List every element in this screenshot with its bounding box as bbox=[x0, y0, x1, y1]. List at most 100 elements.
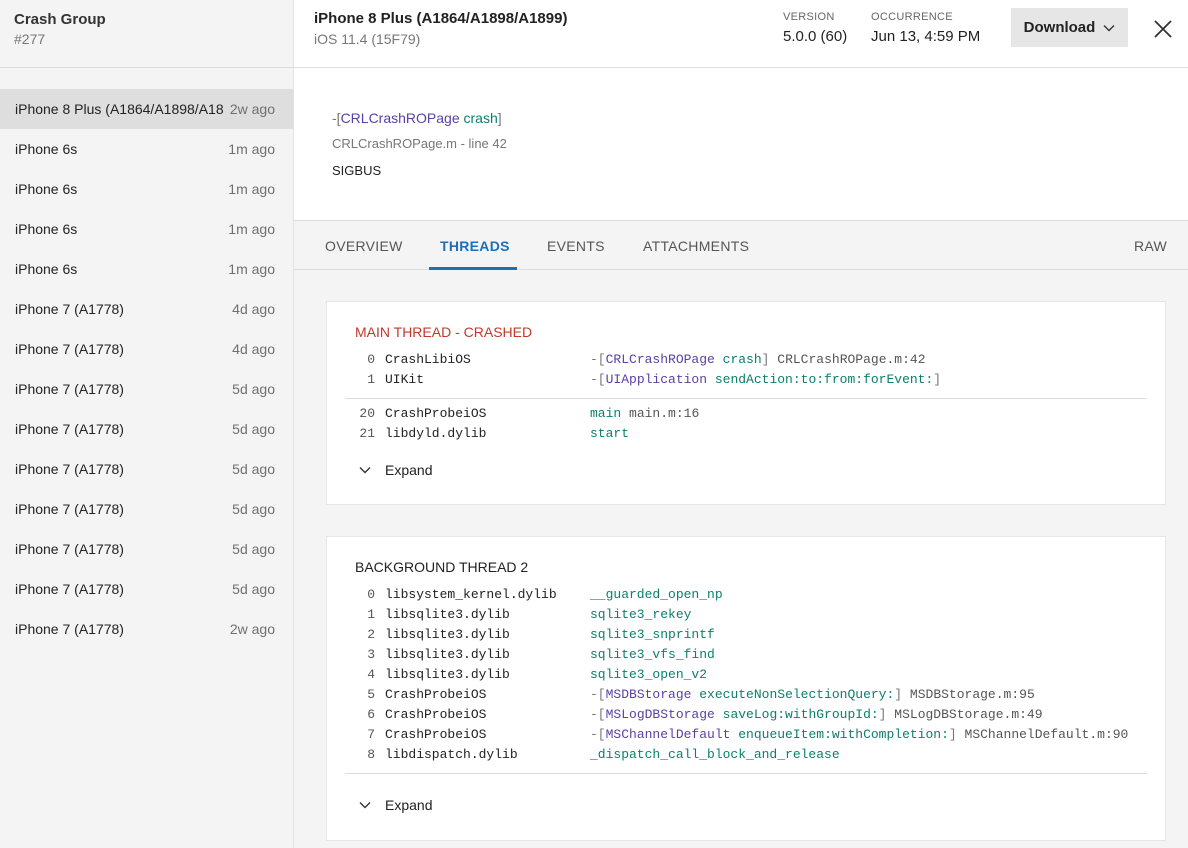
crash-summary: -[CRLCrashROPage crash] CRLCrashROPage.m… bbox=[294, 68, 1188, 221]
sidebar-item-device[interactable]: iPhone 8 Plus (A1864/A1898/A18 2w ago bbox=[0, 89, 293, 129]
thread-card-background: BACKGROUND THREAD 2 0 libsystem_kernel.dy… bbox=[326, 536, 1166, 841]
download-button[interactable]: Download bbox=[1011, 8, 1128, 47]
sidebar-item-device[interactable]: iPhone 7 (A1778) 2w ago bbox=[0, 609, 293, 649]
frame-number: 0 bbox=[367, 587, 375, 602]
symbol-file: MSDBStorage.m:95 bbox=[909, 687, 1035, 702]
version-label: VERSION bbox=[783, 11, 835, 23]
download-label: Download bbox=[1023, 19, 1096, 36]
frame-method: crash bbox=[463, 110, 498, 126]
detail-header: iPhone 8 Plus (A1864/A1898/A1899) iOS 11… bbox=[294, 0, 1188, 68]
device-time: 5d ago bbox=[232, 381, 275, 397]
symbol-method: __guarded_open_np bbox=[590, 587, 723, 602]
device-name: iPhone 8 Plus (A1864/A1898/A18 bbox=[15, 101, 224, 117]
tab-attachments[interactable]: ATTACHMENTS bbox=[643, 238, 749, 254]
symbol-prefix: -[ bbox=[590, 687, 606, 702]
frame-symbol: -[CRLCrashROPage crash] CRLCrashROPage.m… bbox=[590, 350, 926, 370]
frame-number: 1 bbox=[367, 607, 375, 622]
chevron-down-icon bbox=[359, 802, 371, 809]
sidebar-item-device[interactable]: iPhone 6s 1m ago bbox=[0, 169, 293, 209]
device-time: 5d ago bbox=[232, 581, 275, 597]
symbol-suffix: ] bbox=[878, 707, 887, 722]
crash-signal: SIGBUS bbox=[332, 163, 382, 178]
sidebar: Crash Group #277 iPhone 8 Plus (A1864/A1… bbox=[0, 0, 294, 848]
top-frame: -[CRLCrashROPage crash] bbox=[332, 110, 1150, 126]
frame-number: 20 bbox=[359, 406, 375, 421]
sidebar-item-device[interactable]: iPhone 7 (A1778) 5d ago bbox=[0, 409, 293, 449]
tab-overview[interactable]: OVERVIEW bbox=[325, 238, 403, 254]
device-time: 4d ago bbox=[232, 341, 275, 357]
symbol-class: MSDBStorage bbox=[605, 687, 692, 702]
device-name: iPhone 7 (A1778) bbox=[15, 421, 124, 437]
sidebar-item-device[interactable]: iPhone 6s 1m ago bbox=[0, 209, 293, 249]
device-time: 5d ago bbox=[232, 421, 275, 437]
thread-title: BACKGROUND THREAD 2 bbox=[355, 559, 529, 575]
symbol-method: crash bbox=[722, 352, 762, 367]
sidebar-item-device[interactable]: iPhone 7 (A1778) 5d ago bbox=[0, 369, 293, 409]
symbol-method: start bbox=[590, 426, 630, 441]
expand-button[interactable]: Expand bbox=[359, 797, 432, 813]
stack-frame: 7 CrashProbeiOS -[MSChannelDefault enqueue… bbox=[355, 725, 1155, 745]
stack-frame: 2 libsqlite3.dylib sqlite3_snprintf bbox=[355, 625, 1155, 645]
device-time: 2w ago bbox=[229, 101, 275, 117]
frame-symbol: main main.m:16 bbox=[590, 404, 699, 424]
device-title: iPhone 8 Plus (A1864/A1898/A1899) bbox=[314, 10, 568, 27]
device-time: 4d ago bbox=[232, 301, 275, 317]
tab-raw[interactable]: RAW bbox=[1134, 238, 1167, 254]
symbol-method: sqlite3_open_v2 bbox=[590, 667, 708, 682]
frame-symbol: sqlite3_vfs_find bbox=[590, 645, 715, 665]
sidebar-item-device[interactable]: iPhone 7 (A1778) 5d ago bbox=[0, 529, 293, 569]
symbol-class: MSLogDBStorage bbox=[605, 707, 715, 722]
device-name: iPhone 6s bbox=[15, 261, 78, 277]
chevron-down-icon bbox=[359, 467, 371, 474]
frame-number: 4 bbox=[367, 667, 375, 682]
symbol-method: main bbox=[590, 406, 622, 421]
crash-group-id: #277 bbox=[14, 31, 46, 47]
symbol-file: MSChannelDefault.m:90 bbox=[964, 727, 1129, 742]
sidebar-item-device[interactable]: iPhone 7 (A1778) 5d ago bbox=[0, 449, 293, 489]
symbol-suffix: ] bbox=[761, 352, 770, 367]
chevron-down-icon bbox=[1103, 24, 1115, 31]
frame-number: 3 bbox=[367, 647, 375, 662]
frame-symbol: __guarded_open_np bbox=[590, 585, 723, 605]
device-name: iPhone 7 (A1778) bbox=[15, 381, 124, 397]
tab-events[interactable]: EVENTS bbox=[547, 238, 605, 254]
stack-frame: 5 CrashProbeiOS -[MSDBStorage executeNonSe… bbox=[355, 685, 1155, 705]
symbol-class: UIApplication bbox=[605, 372, 708, 387]
frame-symbol: -[MSDBStorage executeNonSelectionQuery:]… bbox=[590, 685, 1035, 705]
stack-frame: 3 libsqlite3.dylib sqlite3_vfs_find bbox=[355, 645, 1155, 665]
symbol-prefix: -[ bbox=[590, 727, 606, 742]
frame-symbol: -[UIApplication sendAction:to:from:forEv… bbox=[590, 370, 941, 390]
symbol-suffix: ] bbox=[894, 687, 903, 702]
symbol-prefix: -[ bbox=[590, 372, 606, 387]
frame-symbol: _dispatch_call_block_and_release bbox=[590, 745, 840, 765]
symbol-method: executeNonSelectionQuery: bbox=[699, 687, 895, 702]
sidebar-item-device[interactable]: iPhone 7 (A1778) 4d ago bbox=[0, 329, 293, 369]
tab-threads[interactable]: THREADS bbox=[440, 238, 510, 254]
sidebar-item-device[interactable]: iPhone 7 (A1778) 5d ago bbox=[0, 489, 293, 529]
sidebar-item-device[interactable]: iPhone 7 (A1778) 4d ago bbox=[0, 289, 293, 329]
expand-button[interactable]: Expand bbox=[359, 462, 432, 478]
frame-library: libsqlite3.dylib bbox=[385, 627, 510, 642]
frame-number: 2 bbox=[367, 627, 375, 642]
symbol-method: sendAction:to:from:forEvent: bbox=[714, 372, 934, 387]
symbol-method: sqlite3_snprintf bbox=[590, 627, 715, 642]
frame-library: libsqlite3.dylib bbox=[385, 647, 510, 662]
symbol-suffix: ] bbox=[948, 727, 957, 742]
device-name: iPhone 7 (A1778) bbox=[15, 341, 124, 357]
device-name: iPhone 7 (A1778) bbox=[15, 461, 124, 477]
close-icon[interactable] bbox=[1152, 18, 1174, 40]
symbol-file: CRLCrashROPage.m:42 bbox=[777, 352, 926, 367]
frame-library: libdispatch.dylib bbox=[385, 747, 518, 762]
version-value: 5.0.0 (60) bbox=[783, 28, 848, 45]
device-time: 1m ago bbox=[228, 141, 275, 157]
frame-library: CrashProbeiOS bbox=[385, 727, 487, 742]
sidebar-item-device[interactable]: iPhone 6s 1m ago bbox=[0, 129, 293, 169]
frame-library: CrashProbeiOS bbox=[385, 687, 487, 702]
sidebar-item-device[interactable]: iPhone 7 (A1778) 5d ago bbox=[0, 569, 293, 609]
device-time: 2w ago bbox=[229, 621, 275, 637]
sidebar-item-device[interactable]: iPhone 6s 1m ago bbox=[0, 249, 293, 289]
device-name: iPhone 7 (A1778) bbox=[15, 541, 124, 557]
symbol-method: saveLog:withGroupId: bbox=[722, 707, 879, 722]
device-name: iPhone 6s bbox=[15, 181, 78, 197]
crash-group-title: Crash Group bbox=[14, 11, 106, 28]
